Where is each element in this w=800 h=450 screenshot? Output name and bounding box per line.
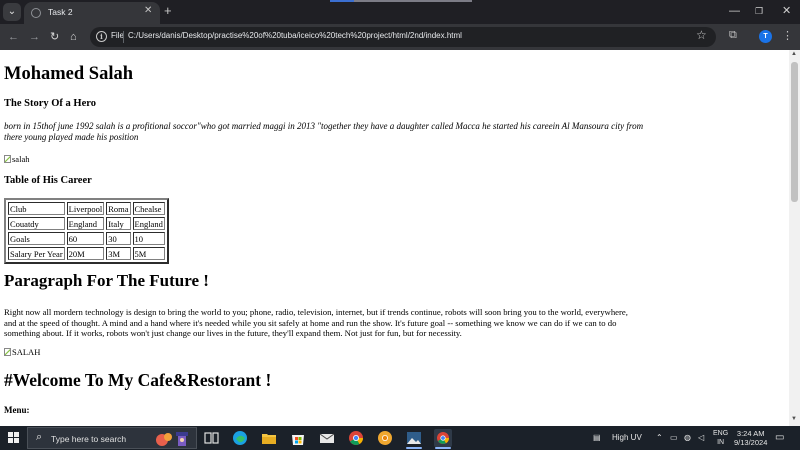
top-strip-highlight [330,0,354,2]
salah-image: salah [4,154,29,164]
top-strip-highlight-2 [354,0,472,2]
clock[interactable]: 3:24 AM 9/13/2024 [734,429,767,447]
file-explorer-icon[interactable] [260,429,278,447]
table-cell: 5M [132,247,165,260]
vertical-scrollbar[interactable]: ▲ ▼ [789,50,800,426]
table-cell: Salary Per Year [8,247,65,260]
mail-icon[interactable] [318,429,336,447]
table-cell: Italy [106,217,131,230]
minimize-button[interactable]: — [729,4,740,18]
taskbar-search-box[interactable]: ⌕ Type here to search [27,427,197,449]
chrome-icon[interactable] [347,429,365,447]
region-code: IN [717,439,725,446]
scrollbar-thumb[interactable] [791,62,798,202]
home-button[interactable]: ⌂ [70,29,77,45]
chrome-active-icon[interactable] [434,429,452,447]
bookmark-star-icon[interactable]: ☆ [696,28,707,42]
menu-label: Menu: [4,405,30,415]
windows-start-icon[interactable] [8,432,20,444]
new-tab-button[interactable]: + [164,3,172,19]
search-placeholder: Type here to search [51,434,127,444]
url-separator [123,31,124,43]
info-icon[interactable]: i [96,31,107,42]
table-cell: 30 [106,232,131,245]
scroll-down-arrow-icon[interactable]: ▼ [791,416,797,422]
table-cell: England [132,217,165,230]
profile-avatar[interactable]: T [759,30,772,43]
tab-strip: ⌄ Task 2 ✕ + — ❐ ✕ [0,0,800,24]
tab-title: Task 2 [48,7,73,17]
address-bar[interactable]: i File C:/Users/danis/Desktop/practise%2… [90,27,716,47]
back-button[interactable]: ← [8,29,19,45]
cafe-heading: #Welcome To My Cafe&Restorant ! [4,370,272,390]
table-cell: 3M [106,247,131,260]
scroll-up-arrow-icon[interactable]: ▲ [791,51,797,57]
window-close-button[interactable]: ✕ [782,4,791,18]
weather-text[interactable]: High UV [612,432,642,443]
career-table-heading: Table of His Career [4,175,92,186]
page-viewport: Mohamed Salah The Story Of a Hero born i… [0,50,789,426]
story-paragraph: born in 15thof june 1992 salah is a prof… [4,121,644,142]
table-cell: Couatdy [8,217,65,230]
network-icon[interactable]: ◍ [684,432,691,443]
table-cell: Roma [106,202,131,215]
image-alt-text: salah [12,154,30,164]
image-alt-text: SALAH [12,347,41,357]
more-menu-icon[interactable]: ⋮ [782,30,793,43]
store-icon[interactable] [289,429,307,447]
table-cell: 10 [132,232,165,245]
table-cell: England [66,217,105,230]
url-text[interactable]: C:/Users/danis/Desktop/practise%20of%20t… [128,31,462,40]
future-paragraph: Right now all mordern technology is desi… [4,307,628,338]
windows-taskbar: ⌕ Type here to search ▤ High UV ⌃ ▭ ◍ ◁ … [0,426,800,450]
edge-icon[interactable] [231,429,249,447]
active-app-indicator [435,447,451,449]
broken-image-icon [4,155,11,163]
table-cell: Goals [8,232,65,245]
table-row: Club Liverpool Roma Chealse [8,202,165,215]
search-highlight-art [156,432,188,446]
close-icon[interactable]: ✕ [144,5,152,16]
search-icon: ⌕ [36,431,43,443]
photos-icon[interactable] [405,429,423,447]
language-code: ENG [713,430,729,437]
table-cell: 60 [66,232,105,245]
career-table: Club Liverpool Roma Chealse Couatdy Engl… [4,198,169,264]
extensions-icon[interactable]: ⧉ [729,29,737,42]
reload-button[interactable]: ↻ [50,29,59,45]
table-row: Couatdy England Italy England [8,217,165,230]
broken-image-icon [4,348,11,356]
task-view-icon[interactable] [202,429,220,447]
chevron-down-icon: ⌄ [7,6,17,17]
browser-toolbar: ← → ↻ ⌂ i File C:/Users/danis/Desktop/pr… [0,24,800,50]
file-chip[interactable]: File [111,31,124,40]
forward-button[interactable]: → [29,29,40,45]
battery-icon[interactable]: ▭ [670,432,678,443]
table-cell: Liverpool [66,202,105,215]
page-title: Mohamed Salah [4,64,134,84]
notification-icon[interactable]: ▭ [775,432,784,443]
clock-time: 3:24 AM [736,429,765,438]
tab-task-2[interactable]: Task 2 ✕ [24,2,160,24]
weather-icon[interactable]: ▤ [593,432,601,443]
chevron-up-icon[interactable]: ⌃ [656,432,663,443]
table-row: Salary Per Year 20M 3M 5M [8,247,165,260]
table-cell: 20M [66,247,105,260]
globe-icon [31,8,41,18]
restore-button[interactable]: ❐ [755,4,763,18]
volume-icon[interactable]: ◁ [698,432,704,443]
salah-image-2: SALAH [4,347,40,357]
table-cell: Club [8,202,65,215]
clock-date: 9/13/2024 [734,438,768,447]
story-heading: The Story Of a Hero [4,98,96,109]
active-app-indicator [406,447,422,449]
table-cell: Chealse [132,202,165,215]
chrome-canary-icon[interactable] [376,429,394,447]
tab-search-button[interactable]: ⌄ [3,3,21,21]
future-heading: Paragraph For The Future ! [4,271,209,290]
language-indicator[interactable]: ENG IN [713,429,728,447]
table-row: Goals 60 30 10 [8,232,165,245]
